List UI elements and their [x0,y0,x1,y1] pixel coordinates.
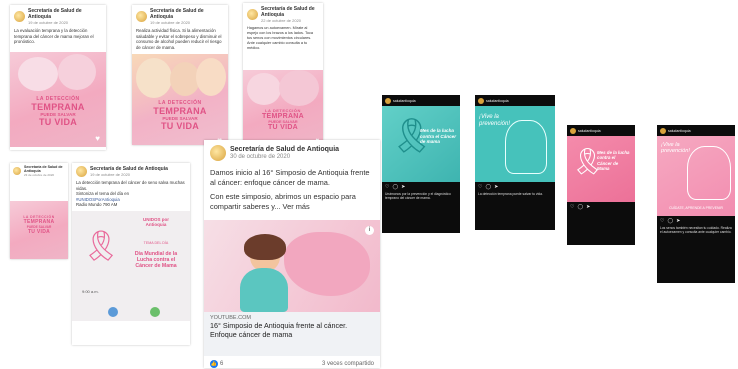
like-count[interactable]: 6 [220,361,223,367]
avatar [660,127,666,134]
post-date[interactable]: 19 de octubre de 2020 [28,20,102,25]
post-image[interactable]: LA DETECCIÓN TEMPRANA PUEDE SALVAR TU VI… [243,70,323,141]
ig-caption: La detección temprana puede salvar tu vi… [478,192,543,196]
heart-icon: ♥ [95,134,100,143]
post-image[interactable]: LA DETECCIÓN TEMPRANA PUEDE SALVAR TU VI… [132,54,228,145]
post-date[interactable]: 23 de octubre de 2020 [24,173,65,177]
comment-icon[interactable]: ◯ [392,184,398,190]
banner-line: TEMPRANA [261,113,305,120]
share-icon[interactable]: ➤ [586,204,590,210]
poster-title: Día Mundial de la Lucha contra el Cáncer… [134,250,178,269]
post-author[interactable]: Secretaría de Salud de Antioquia [261,6,319,18]
logo-icon [108,306,118,317]
ig-image[interactable]: ¡Vive la prevención! CUÍDATE, APRENDE A … [657,136,735,216]
post-text: La evaluación temprana y la detección te… [14,28,94,45]
body-outline-icon [505,120,547,174]
fb-post-4[interactable]: Secretaría de Salud de Antioquia 23 de o… [10,163,68,259]
share-count[interactable]: 3 veces compartido [322,361,374,367]
post-author[interactable]: Secretaría de Salud de Antioquia [24,165,65,173]
share-icon[interactable]: ➤ [494,184,498,190]
ig-post-4[interactable]: saludantioquia ¡Vive la prevención! CUÍD… [657,125,735,283]
banner-line: TEMPRANA [153,106,207,116]
post-author[interactable]: Secretaría de Salud de Antioquia [150,8,224,20]
avatar [13,167,21,175]
ig-post-3[interactable]: saludantioquia 🎗 Mes de la lucha contra … [567,125,635,245]
post-date[interactable]: 19 de octubre de 2020 [90,172,168,177]
fb-post-3[interactable]: Secretaría de Salud de Antioquia 22 de o… [243,3,323,141]
avatar [570,127,576,134]
logo-icon [150,306,160,317]
ig-pic-sub: CUÍDATE, APRENDE A PREVENIR [669,206,723,210]
ig-pic-text: ¡Vive la prevención! [661,142,690,155]
avatar [478,97,484,104]
ig-caption: Los senos también necesitan tu cuidado. … [660,226,732,235]
ig-image[interactable]: 🎗 Mes de la lucha contra el Cáncer de ma… [382,106,460,182]
banner-line: TU VIDA [267,124,299,131]
heart-icon[interactable]: ♡ [385,184,389,190]
heart-icon[interactable]: ♡ [660,218,664,224]
avatar [385,97,391,104]
link-title[interactable]: 16° Simposio de Antioquia frente al cánc… [210,321,374,339]
heart-icon[interactable]: ♡ [478,184,482,190]
banner-line: TU VIDA [38,117,78,127]
ig-user[interactable]: saludantioquia [578,129,601,133]
post-text: La detección temprana del cáncer de seno… [76,180,185,191]
radio-poster[interactable]: UNIDOS por Antioquia 🎗 TEMA DEL DÍA Día … [72,210,190,321]
comment-icon[interactable]: ◯ [485,184,491,190]
poster-top: UNIDOS por Antioquia [142,216,169,227]
heart-icon[interactable]: ♡ [570,204,574,210]
featured-post[interactable]: Secretaría de Salud de Antioquia 30 de o… [204,140,380,368]
post-author[interactable]: Secretaría de Salud de Antioquia [28,8,102,20]
post-date[interactable]: 22 de octubre de 2020 [261,18,319,23]
banner-line: TU VIDA [160,121,200,131]
banner-line: TEMPRANA [31,102,85,112]
poster-day: TEMA DEL DÍA [143,240,169,245]
fb-post-1[interactable]: Secretaría de Salud de Antioquia 19 de o… [10,5,106,150]
comment-icon[interactable]: ◯ [577,204,583,210]
post-date[interactable]: 19 de octubre de 2020 [150,20,224,25]
ig-user[interactable]: saludantioquia [486,99,509,103]
post-date[interactable]: 30 de octubre de 2020 [230,154,339,161]
avatar [136,11,147,22]
ig-image[interactable]: ¡Vive la prevención! [475,106,555,182]
ig-pic-text: Mes de la lucha contra el Cáncer de mama [420,128,456,145]
ig-pic-text: ¡Vive la prevención! [479,114,511,127]
post-image[interactable]: LA DETECCIÓN TEMPRANA PUEDE SALVAR TU VI… [10,201,68,259]
post-text: Hagamos un autoexamen. Mírate al espejo … [247,26,313,50]
fb-post-2[interactable]: Secretaría de Salud de Antioquia 19 de o… [132,5,228,145]
share-icon[interactable]: ➤ [401,184,405,190]
avatar [210,145,226,161]
ig-caption: Unámonos por la prevención y el diagnóst… [385,192,451,201]
body-outline-icon [687,146,731,200]
ribbon-icon: 🎗 [82,229,121,263]
fb-post-5[interactable]: Secretaría de Salud de Antioquia 19 de o… [72,163,190,345]
ig-pic-text: Mes de la lucha contra el Cáncer de Mama [597,150,630,172]
post-author[interactable]: Secretaría de Salud de Antioquia [230,145,339,154]
info-icon[interactable]: i [365,226,374,235]
ig-post-2[interactable]: saludantioquia ¡Vive la prevención! ♡ ◯ ➤ … [475,95,555,230]
post-text: Damos inicio al 16° Simposio de Antioqui… [210,168,370,187]
ig-image[interactable]: 🎗 Mes de la lucha contra el Cáncer de Ma… [567,136,635,202]
avatar [247,9,258,20]
poster-time: 9:00 a.m. [82,288,99,294]
avatar [14,11,25,22]
avatar [76,166,87,177]
ig-post-1[interactable]: saludantioquia 🎗 Mes de la lucha contra … [382,95,460,233]
banner-line: TU VIDA [27,229,51,235]
comment-icon[interactable]: ◯ [667,218,673,224]
post-text-line: Radio Mundo 790 AM [76,202,118,208]
post-text: Con este simposio, abrimos un espacio pa… [210,192,356,211]
post-image[interactable]: LA DETECCIÓN TEMPRANA PUEDE SALVAR TU VI… [10,52,106,147]
share-icon[interactable]: ➤ [676,218,680,224]
ig-user[interactable]: saludantioquia [668,129,691,133]
post-text: Realiza actividad física. Si la alimenta… [136,28,222,50]
like-icon[interactable]: 👍 [210,360,218,368]
video-thumbnail[interactable]: i [204,220,380,312]
ig-user[interactable]: saludantioquia [393,99,416,103]
